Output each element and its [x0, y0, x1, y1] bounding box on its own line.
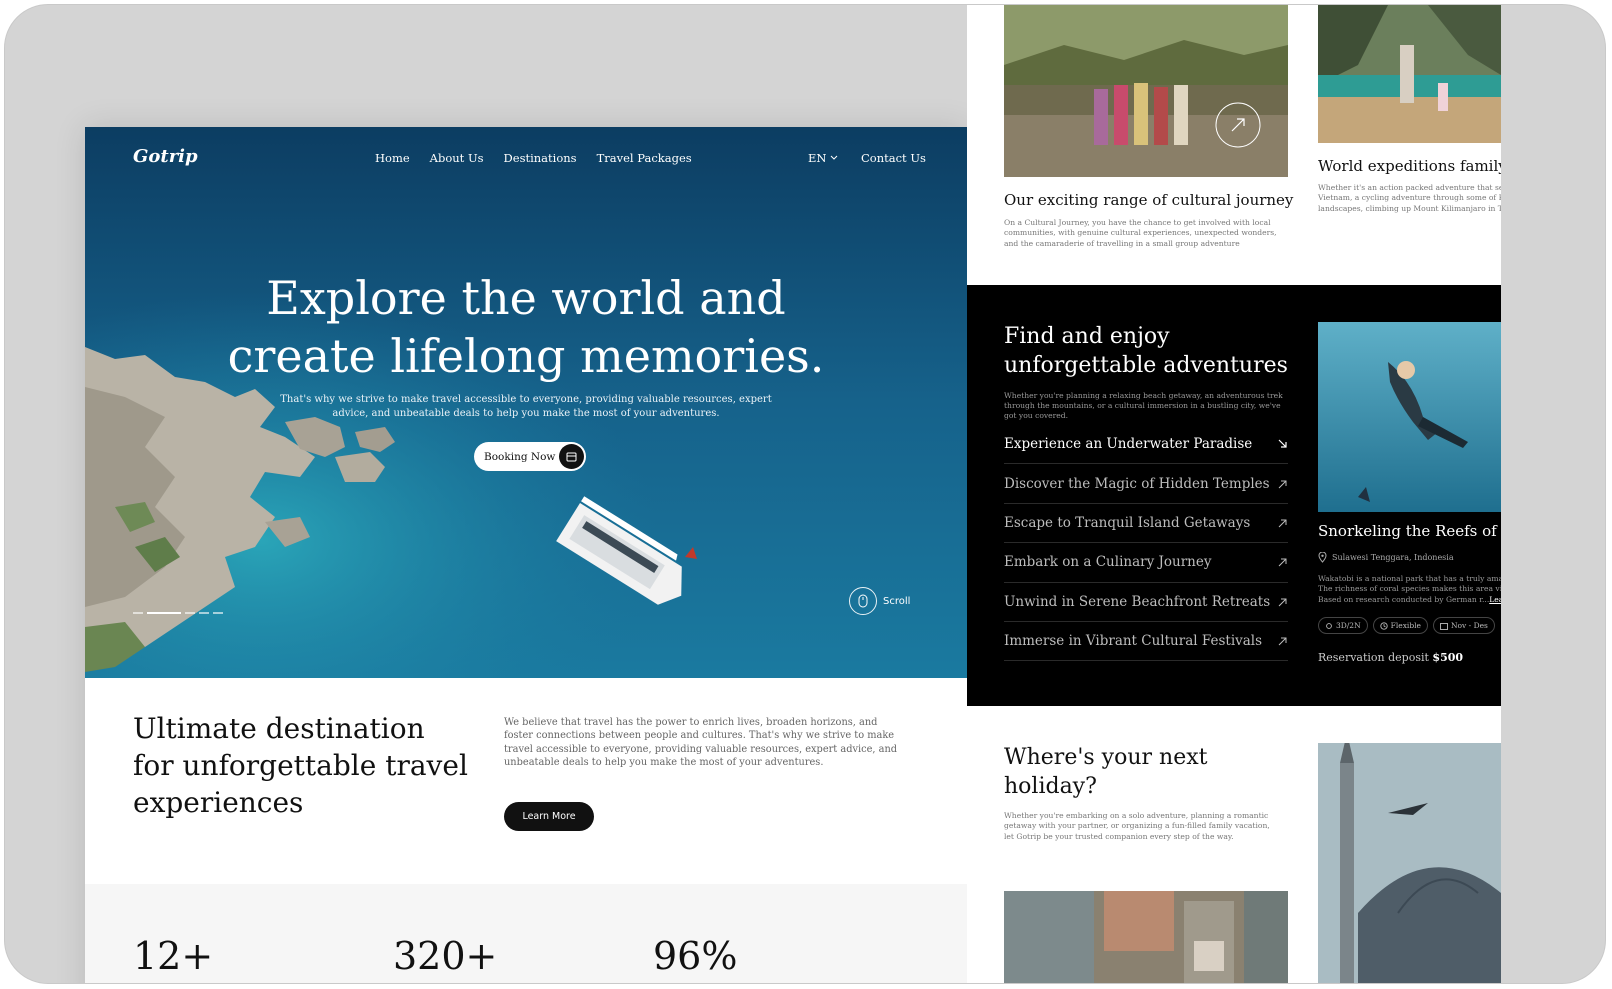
intro-title: Ultimate destination for unforgettable t…	[133, 712, 468, 819]
arrow-up-right-icon	[1278, 637, 1287, 646]
city-aerial-image[interactable]	[1004, 891, 1288, 983]
adventure-item-label: Discover the Magic of Hidden Temples	[1004, 475, 1270, 492]
adventure-item[interactable]: Immerse in Vibrant Cultural Festivals	[1004, 622, 1288, 662]
top-navigation: Gotrip Home About Us Destinations Travel…	[85, 127, 967, 189]
location-pin-icon	[1318, 552, 1327, 563]
snorkeling-location-label: Sulawesi Tenggara, Indonesia	[1332, 553, 1454, 562]
learn-more-link[interactable]: Learn	[1489, 595, 1501, 604]
tag-label: Flexible	[1390, 621, 1421, 630]
adventure-item-label: Unwind in Serene Beachfront Retreats	[1004, 593, 1271, 610]
adventures-section: Find and enjoy unforgettable adventures …	[967, 285, 1501, 706]
tag-season: Nov - Des	[1432, 617, 1495, 634]
booking-now-label: Booking Now	[484, 450, 556, 463]
carousel-dot[interactable]	[133, 612, 143, 614]
language-selector[interactable]: EN	[808, 151, 838, 165]
reservation-deposit: Reservation deposit $500	[1318, 651, 1463, 664]
arrow-up-right-icon	[1278, 480, 1287, 488]
clock-icon	[1380, 621, 1388, 630]
adventure-item[interactable]: Experience an Underwater Paradise	[1004, 425, 1288, 465]
arrow-up-right-icon	[1278, 598, 1287, 607]
stats-section: 12+ 320+ 96%	[85, 884, 967, 983]
deposit-value: $500	[1432, 651, 1464, 664]
carousel-dot[interactable]	[213, 612, 223, 614]
tag-flexible: Flexible	[1372, 617, 1428, 634]
screenshot-frame: Gotrip Home About Us Destinations Travel…	[4, 4, 1606, 984]
stat-value: 12+	[133, 934, 214, 978]
cultural-journey-image[interactable]	[1004, 5, 1288, 177]
nav-contact-us[interactable]: Contact Us	[861, 151, 926, 165]
family-expedition-text: Whether it's an action packed adventure …	[1318, 183, 1501, 213]
cultural-journey-text: On a Cultural Journey, you have the chan…	[1004, 218, 1277, 248]
stat-value: 96%	[653, 934, 738, 978]
stat-value: 320+	[393, 934, 498, 978]
holiday-text: Whether you're embarking on a solo adven…	[1004, 811, 1270, 841]
hero-section: Gotrip Home About Us Destinations Travel…	[85, 127, 967, 678]
hero-title-line-1: Explore the world and	[266, 271, 786, 325]
calendar-icon	[1440, 622, 1448, 630]
arrow-down-right-icon	[1278, 439, 1287, 448]
adventure-item-label: Escape to Tranquil Island Getaways	[1004, 514, 1251, 531]
adventure-item[interactable]: Discover the Magic of Hidden Temples	[1004, 464, 1288, 504]
carousel-dot[interactable]	[185, 612, 195, 614]
logo[interactable]: Gotrip	[133, 146, 198, 167]
trip-tags: 3D/2N Flexible Nov - Des	[1318, 617, 1495, 634]
arrow-up-right-icon	[1278, 519, 1287, 528]
adventures-list: Experience an Underwater Paradise Discov…	[1004, 425, 1288, 662]
hero-title: Explore the world and create lifelong me…	[185, 269, 867, 385]
tag-label: Nov - Des	[1450, 621, 1488, 630]
snorkeling-title: Snorkeling the Reefs of th	[1318, 522, 1501, 540]
mosque-image[interactable]	[1318, 743, 1501, 983]
snorkeling-text: Wakatobi is a national park that has a t…	[1318, 574, 1501, 605]
carousel-indicators	[133, 612, 223, 614]
booking-now-button[interactable]: Booking Now	[474, 442, 586, 471]
calendar-icon	[559, 444, 584, 469]
landing-page: Gotrip Home About Us Destinations Travel…	[85, 127, 967, 983]
snorkeling-image[interactable]	[1318, 322, 1501, 512]
scroll-label: Scroll	[883, 595, 911, 607]
snorkeling-description: Wakatobi is a national park that has a t…	[1318, 574, 1501, 604]
mouse-icon	[849, 587, 877, 615]
detail-page: Our exciting range of cultural journey O…	[967, 5, 1501, 983]
nav-travel-packages[interactable]: Travel Packages	[597, 151, 692, 165]
adventures-title: Find and enjoy unforgettable adventures	[1004, 324, 1288, 378]
carousel-dot-active[interactable]	[147, 612, 181, 614]
intro-section: Ultimate destination for unforgettable t…	[85, 678, 967, 884]
adventures-text: Whether you're planning a relaxing beach…	[1004, 391, 1283, 420]
adventure-item-label: Experience an Underwater Paradise	[1004, 436, 1253, 453]
snorkeling-location: Sulawesi Tenggara, Indonesia	[1318, 552, 1454, 563]
adventure-item-label: Embark on a Culinary Journey	[1004, 554, 1212, 571]
adventure-item[interactable]: Embark on a Culinary Journey	[1004, 543, 1288, 583]
hero-title-line-2: create lifelong memories.	[227, 329, 825, 383]
tag-label: 3D/2N	[1336, 621, 1361, 630]
carousel-dot[interactable]	[199, 612, 209, 614]
arrow-up-right-icon	[1278, 558, 1287, 567]
language-label: EN	[808, 151, 827, 165]
family-expedition-image[interactable]	[1318, 5, 1501, 143]
learn-more-button[interactable]: Learn More	[504, 802, 594, 831]
intro-text: We believe that travel has the power to …	[504, 717, 898, 768]
cultural-journey-title: Our exciting range of cultural journey	[1004, 191, 1294, 209]
family-expedition-title: World expeditions family	[1318, 157, 1501, 175]
holiday-title: Where's your next holiday?	[1004, 745, 1208, 799]
hero-subtitle: That's why we strive to make travel acce…	[280, 394, 772, 419]
adventure-item[interactable]: Unwind in Serene Beachfront Retreats	[1004, 583, 1288, 622]
nav-about-us[interactable]: About Us	[430, 151, 484, 165]
adventure-item-label: Immerse in Vibrant Cultural Festivals	[1004, 633, 1263, 650]
adventure-item[interactable]: Escape to Tranquil Island Getaways	[1004, 504, 1288, 544]
nav-destinations[interactable]: Destinations	[504, 151, 577, 165]
scroll-indicator[interactable]: Scroll	[849, 587, 910, 615]
chevron-down-icon	[831, 155, 838, 160]
sun-icon	[1326, 622, 1332, 629]
nav-links: Home About Us Destinations Travel Packag…	[375, 151, 692, 165]
tag-duration: 3D/2N	[1318, 617, 1368, 634]
nav-home[interactable]: Home	[375, 151, 410, 165]
deposit-label: Reservation deposit	[1318, 651, 1429, 664]
